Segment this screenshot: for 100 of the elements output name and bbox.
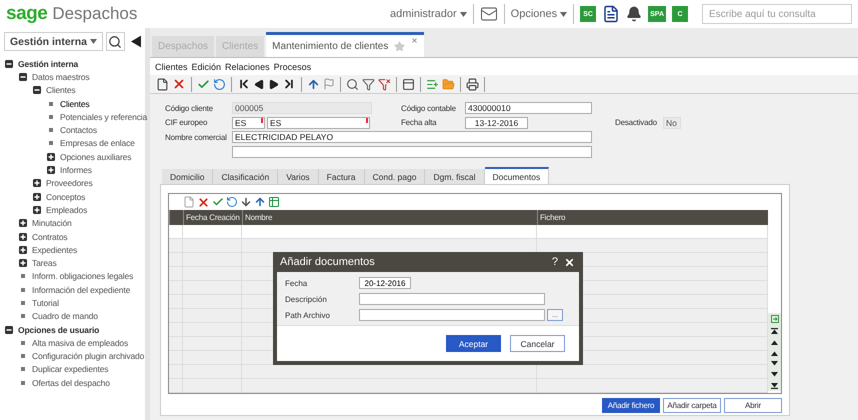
- tree-item[interactable]: Proveedores: [46, 178, 93, 188]
- tree-item[interactable]: Opciones de usuario: [18, 324, 100, 335]
- panel-button[interactable]: Añadir fichero: [602, 398, 660, 413]
- trade-name-field[interactable]: ELECTRICIDAD PELAYO: [232, 131, 592, 143]
- expand-icon[interactable]: [47, 152, 55, 161]
- user-menu[interactable]: administrador: [390, 8, 467, 20]
- section-tab[interactable]: Dgm. fiscal: [425, 169, 484, 184]
- menu-item[interactable]: Clientes: [155, 62, 188, 72]
- menu-item[interactable]: Edición: [192, 62, 222, 72]
- path-field[interactable]: [359, 309, 545, 321]
- panel-button[interactable]: Abrir: [724, 398, 782, 413]
- check-icon[interactable]: [197, 78, 210, 90]
- page-down-icon[interactable]: [771, 372, 778, 378]
- search-field[interactable]: Escribe aquí tu consulta: [702, 4, 852, 24]
- expand-icon[interactable]: [19, 259, 27, 268]
- window-icon[interactable]: [402, 78, 415, 90]
- next-icon[interactable]: [268, 78, 279, 90]
- page-up-icon[interactable]: [771, 339, 778, 345]
- expand-icon[interactable]: [33, 179, 41, 188]
- tree-item[interactable]: Alta masiva de empleados: [32, 338, 128, 348]
- search-button[interactable]: [106, 32, 125, 51]
- new-icon[interactable]: [156, 78, 169, 90]
- tree-item[interactable]: Empresas de enlace: [60, 138, 135, 148]
- collapse-icon[interactable]: [19, 72, 27, 81]
- up-icon[interactable]: [771, 350, 778, 356]
- tree-item[interactable]: Potenciales y referencia: [60, 112, 148, 122]
- bell-icon[interactable]: [626, 6, 642, 22]
- tree-item[interactable]: Configuración plugin archivado: [32, 351, 144, 362]
- vat-number-field[interactable]: ES: [267, 116, 370, 128]
- tree-item[interactable]: Contratos: [32, 232, 68, 242]
- date-field[interactable]: 20-12-2016: [359, 277, 411, 289]
- add-row-icon[interactable]: [426, 78, 439, 90]
- dialog-button[interactable]: Aceptar: [446, 335, 501, 352]
- upload-icon[interactable]: [307, 78, 320, 90]
- undo-icon[interactable]: [213, 78, 226, 90]
- section-tab[interactable]: Cond. pago: [364, 169, 426, 184]
- expand-icon[interactable]: [19, 232, 27, 240]
- clear-filter-icon[interactable]: [378, 78, 391, 90]
- tree-item[interactable]: Datos maestros: [32, 72, 90, 82]
- menu-item[interactable]: Procesos: [274, 62, 312, 72]
- tree-item[interactable]: Ofertas del despacho: [32, 378, 110, 388]
- expand-icon[interactable]: [33, 192, 41, 201]
- input-field[interactable]: [232, 146, 592, 158]
- options-menu[interactable]: Opciones: [510, 8, 568, 20]
- tree-item[interactable]: Informes: [60, 165, 92, 176]
- down-icon[interactable]: [771, 361, 778, 367]
- tree-item[interactable]: Cuadro de mando: [32, 311, 98, 322]
- section-tab[interactable]: Varios: [278, 169, 319, 184]
- account-code-field[interactable]: 430000010: [465, 102, 592, 114]
- check-icon[interactable]: [212, 196, 224, 208]
- first-page-icon[interactable]: [771, 328, 778, 334]
- filter-icon[interactable]: [362, 78, 375, 90]
- upload-icon[interactable]: [254, 196, 266, 208]
- expand-icon[interactable]: [33, 206, 41, 214]
- section-tab[interactable]: Factura: [318, 169, 364, 184]
- tree-item[interactable]: Contactos: [60, 125, 97, 136]
- tree-item[interactable]: Expedientes: [32, 244, 78, 255]
- menu-item[interactable]: Relaciones: [225, 62, 270, 72]
- dialog-button[interactable]: Cancelar: [510, 335, 565, 352]
- tree-item[interactable]: Tareas: [32, 258, 57, 268]
- section-tab[interactable]: Documentos: [484, 167, 550, 184]
- export-icon[interactable]: [770, 315, 778, 323]
- section-tab[interactable]: Domicilio: [162, 169, 214, 184]
- expand-icon[interactable]: [19, 219, 27, 228]
- flag-icon[interactable]: [323, 78, 335, 90]
- tree-item[interactable]: Duplicar expedientes: [32, 364, 108, 374]
- help-button[interactable]: ?: [552, 256, 558, 268]
- document-icon[interactable]: [602, 5, 620, 23]
- print-icon[interactable]: [466, 78, 479, 90]
- last-page-icon[interactable]: [771, 383, 778, 389]
- collapse-sidebar-icon[interactable]: [130, 35, 141, 48]
- tree-item[interactable]: Conceptos: [46, 192, 86, 202]
- input-field[interactable]: [359, 293, 545, 305]
- tree-item[interactable]: Información del expediente: [32, 284, 130, 295]
- panel-button[interactable]: Añadir carpeta: [663, 398, 721, 413]
- collapse-icon[interactable]: [5, 60, 13, 68]
- expand-icon[interactable]: [47, 166, 55, 174]
- star-icon[interactable]: [394, 40, 406, 52]
- document-tab[interactable]: Mantenimiento de clientes: [266, 32, 424, 57]
- search-icon[interactable]: [346, 78, 359, 90]
- delete-icon[interactable]: [197, 196, 210, 208]
- mail-icon[interactable]: [480, 5, 498, 23]
- tree-item[interactable]: Inform. obligaciones legales: [32, 271, 134, 282]
- tree-item[interactable]: Tutorial: [32, 298, 59, 308]
- expand-icon[interactable]: [19, 246, 27, 254]
- collapse-icon[interactable]: [33, 86, 41, 94]
- tree-item[interactable]: Clientes: [60, 98, 90, 109]
- previous-icon[interactable]: [254, 78, 265, 90]
- module-dropdown[interactable]: Gestión interna: [4, 32, 104, 51]
- spreadsheet-icon[interactable]: [268, 196, 280, 208]
- date-field[interactable]: 13-12-2016: [465, 116, 528, 128]
- download-icon[interactable]: [240, 196, 252, 208]
- section-tab[interactable]: Clasificación: [213, 169, 278, 184]
- tree-item[interactable]: Opciones auxiliares: [60, 152, 132, 162]
- undo-icon[interactable]: [226, 196, 238, 208]
- tree-item[interactable]: Minutación: [32, 218, 72, 228]
- tree-item[interactable]: Gestión interna: [18, 58, 78, 69]
- tree-item[interactable]: Empleados: [46, 204, 88, 215]
- collapse-icon[interactable]: [5, 326, 13, 334]
- delete-icon[interactable]: [172, 77, 186, 91]
